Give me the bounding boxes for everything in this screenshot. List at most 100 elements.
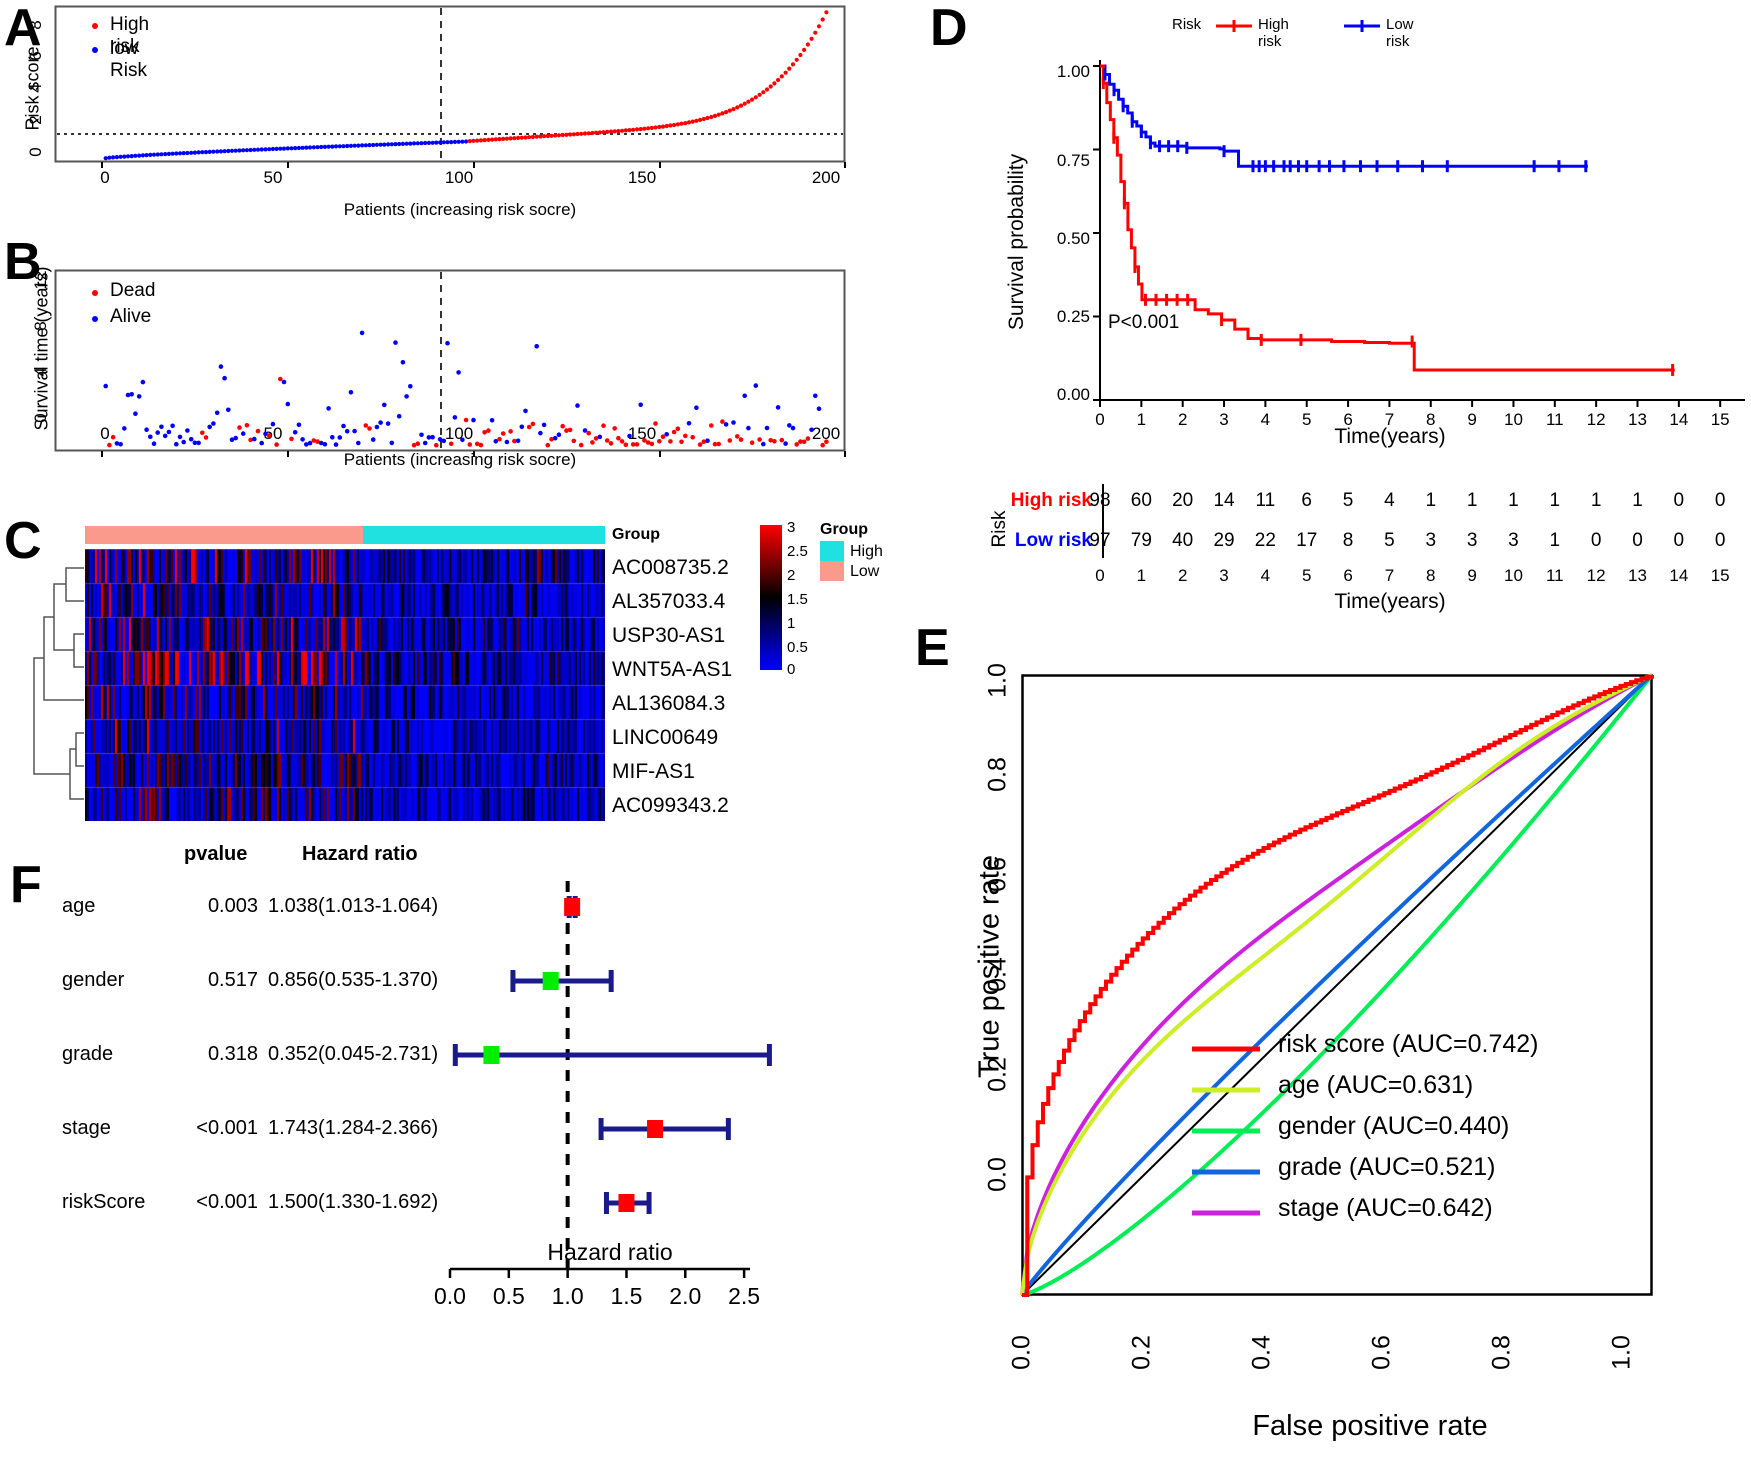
panel-c: C Group AC008735.2 AL357033.4 USP30-AS1 … [0,505,940,835]
panel-e-xtick-2: 0.4 [1247,1335,1276,1370]
colorbar-tick-0: 0 [787,661,796,678]
colorbar-tick-0p5: 0.5 [787,639,808,656]
forest-ci-stage [598,1118,731,1140]
risk-count-low-9: 3 [1466,530,1478,551]
risk-table-xtick-4: 4 [1260,566,1271,585]
risk-table-xtick-7: 7 [1384,566,1395,585]
colorbar-tick-3: 3 [787,519,796,536]
panel-e-ytick-2: 0.4 [983,957,1012,992]
group-legend-swatch-low [820,561,844,581]
risk-count-high-9: 1 [1466,490,1478,511]
panel-d-xtick-4: 4 [1260,410,1271,429]
colorbar-tick-2: 2 [787,567,796,584]
colorbar-tick-2p5: 2.5 [787,543,808,560]
panel-b-ytick-12: 12 [31,270,50,290]
panel-e-xtick-3: 0.6 [1367,1335,1396,1370]
panel-f-header-pvalue: pvalue [184,843,248,865]
group-legend-label-low: Low [850,563,880,580]
panel-d-xtick-10: 10 [1503,410,1523,429]
risk-table-xtick-8: 8 [1426,566,1436,585]
panel-a-xtick-150: 150 [627,168,657,187]
panel-d-xtick-0: 0 [1095,410,1105,429]
risk-count-high-11: 1 [1549,490,1561,511]
panel-e-ytick-4: 0.8 [983,757,1012,792]
group-bar-low [85,526,363,544]
risk-table-xtick-11: 11 [1545,566,1564,585]
risk-table-xtick-10: 10 [1503,566,1523,585]
forest-row-pvalue-riskScore: <0.001 [196,1191,258,1213]
forest-xtick-1.5: 1.5 [610,1283,643,1309]
risk-table-xtick-5: 5 [1301,566,1312,585]
forest-ci-riskScore [603,1192,652,1214]
panel-d-risk-table: Risk High risk Low risk 98 60 20 14 11 6 5 4 1 1 1… [940,470,1751,613]
panel-a-ytick-6: 6 [26,51,45,61]
forest-ci-age [564,896,581,918]
panel-c-colorbar [760,525,782,670]
forest-xtick-0.0: 0.0 [434,1283,466,1309]
risk-count-low-3: 29 [1213,530,1235,551]
risk-count-low-2: 40 [1172,530,1194,551]
risk-table-xtick-12: 12 [1586,566,1606,585]
roc-legend-line-risk-score [1192,1046,1260,1052]
risk-count-high-5: 6 [1301,490,1312,511]
panel-a: A Risk score Patients (increasing risk s… [0,0,880,222]
panel-c-annotation-title: Group [612,526,660,543]
forest-ci-gender [510,970,614,992]
panel-b: B Survival time (years) Patients (increa… [0,228,880,478]
forest-xtick-0.5: 0.5 [492,1283,525,1309]
panel-b-ytick-8: 8 [31,321,50,331]
risk-table-xtick-15: 15 [1710,566,1730,585]
risk-table-xtick-2: 2 [1177,566,1188,585]
gene-label-4: AL136084.3 [612,692,726,715]
risk-table-xtick-6: 6 [1343,566,1353,585]
risk-count-low-4: 22 [1254,530,1276,551]
gene-label-3: WNT5A-AS1 [612,658,733,681]
panel-e-xtick-5: 1.0 [1607,1335,1636,1370]
forest-row-pvalue-age: 0.003 [207,895,258,917]
gene-label-7: AC099343.2 [612,794,729,817]
roc-legend-label-risk-score: risk score (AUC=0.742) [1278,1030,1539,1058]
panel-e-xtick-0: 0.0 [1007,1335,1036,1370]
panel-d-xtick-5: 5 [1301,410,1312,429]
risk-count-low-7: 5 [1384,530,1395,551]
group-legend-swatch-high [820,541,844,561]
risk-count-low-1: 79 [1130,530,1152,551]
panel-b-plot [54,269,846,457]
risk-table-xtick-9: 9 [1467,566,1477,585]
risk-count-high-7: 4 [1384,490,1395,511]
risk-table-xlabel: Time(years) [1334,590,1446,613]
forest-row-pvalue-stage: <0.001 [196,1117,258,1139]
panel-d-ytick-025: 0.25 [1056,307,1090,326]
panel-c-heatmap [85,549,605,821]
forest-row-pvalue-gender: 0.517 [207,969,258,991]
legend-line-high-risk [1216,20,1252,32]
panel-f-forest-plot [448,881,772,1278]
panel-e-ytick-3: 0.6 [983,857,1012,892]
forest-row-name-stage: stage [62,1117,111,1139]
gene-label-2: USP30-AS1 [612,624,726,647]
panel-f-header-hr: Hazard ratio [302,843,418,865]
panel-a-xtick-100: 100 [444,168,474,187]
forest-row-hr-grade: 0.352(0.045-2.731) [268,1043,439,1065]
panel-d-label: D [930,0,968,57]
panel-a-plot [54,5,846,168]
panel-a-xtick-50: 50 [263,168,283,187]
panel-d-xtick-13: 13 [1628,410,1647,429]
risk-count-high-1: 60 [1130,490,1152,511]
colorbar-tick-1p5: 1.5 [787,591,808,608]
roc-legend-line-age [1192,1087,1260,1093]
roc-legend-label-age: age (AUC=0.631) [1278,1071,1474,1099]
panel-a-xtick-200: 200 [811,168,841,187]
panel-e-xtick-1: 0.2 [1127,1335,1156,1370]
risk-count-low-11: 1 [1549,530,1561,551]
forest-row-hr-riskScore: 1.500(1.330-1.692) [268,1191,439,1213]
panel-d-xtick-11: 11 [1545,410,1564,429]
risk-count-high-0: 98 [1089,490,1111,511]
panel-e-xtick-4: 0.8 [1487,1335,1516,1370]
panel-d-legend-title: Risk [1172,16,1202,33]
risk-count-low-15: 0 [1714,530,1726,551]
risk-table-xtick-3: 3 [1219,566,1229,585]
roc-legend-line-grade [1192,1169,1260,1175]
risk-count-high-4: 11 [1255,490,1276,511]
risk-count-low-0: 97 [1089,530,1111,551]
